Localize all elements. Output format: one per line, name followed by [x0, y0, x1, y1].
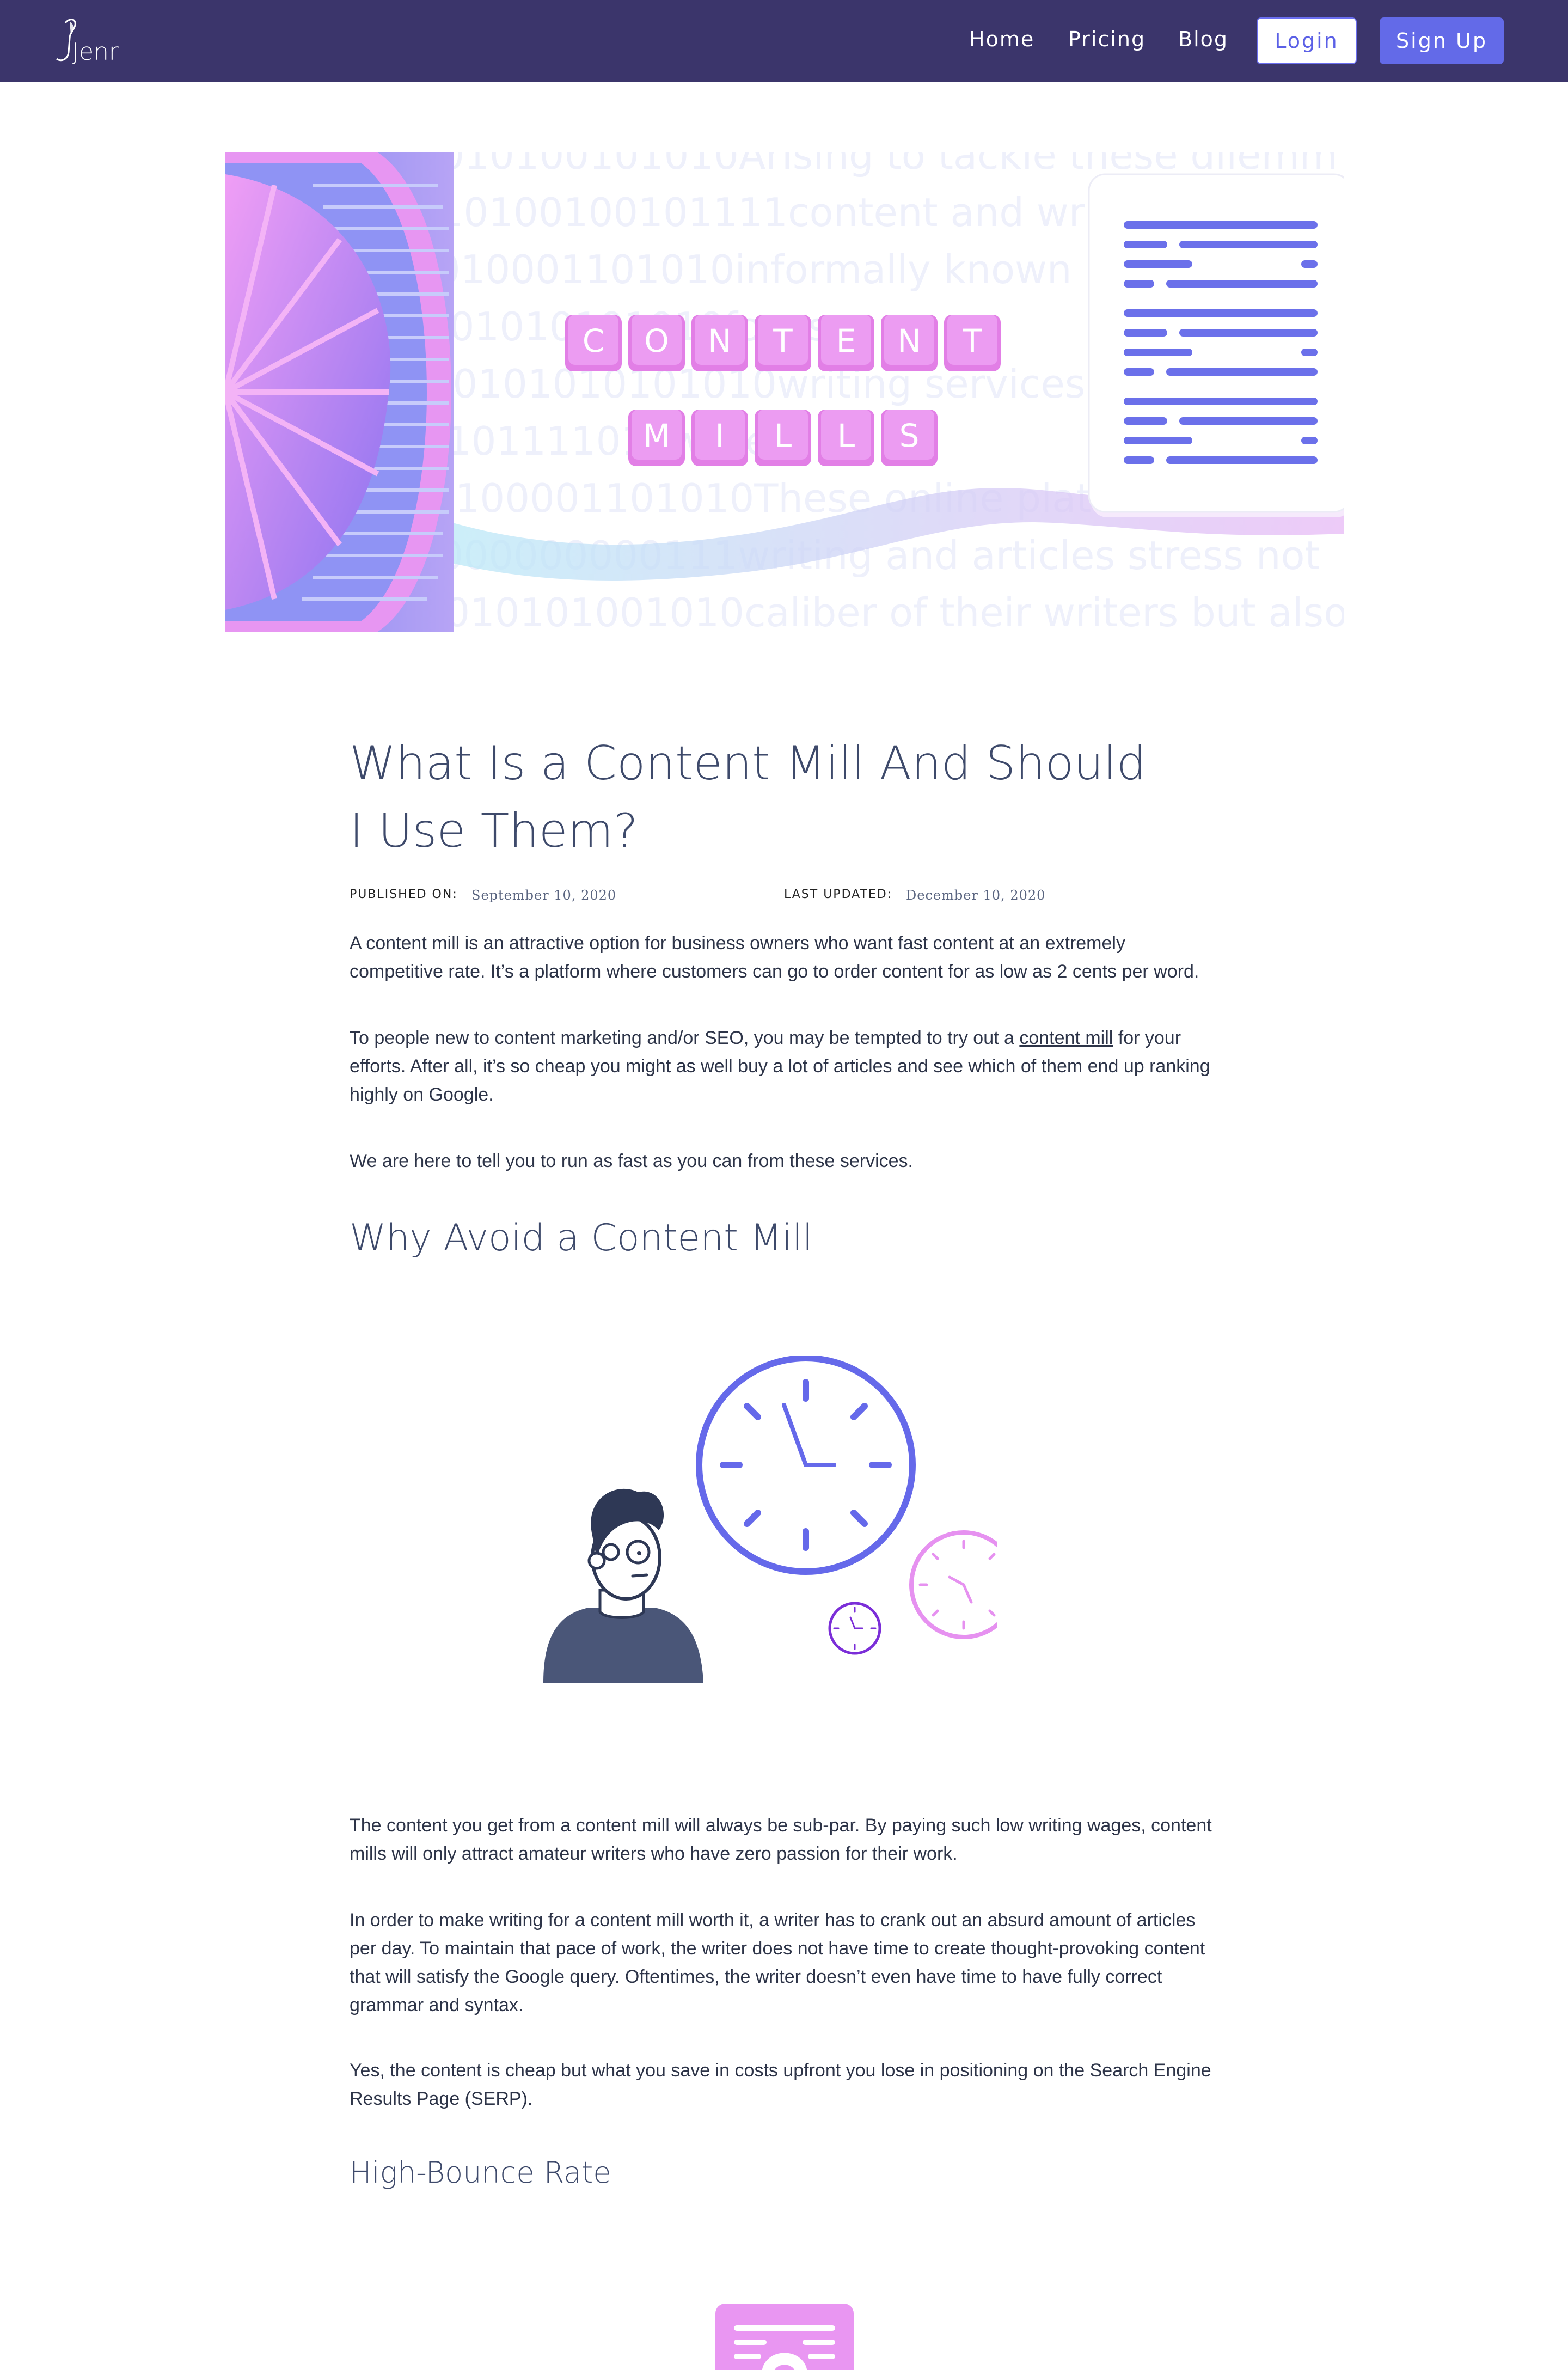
tile-letter: E — [836, 322, 856, 359]
tile-letter: T — [962, 322, 982, 359]
login-button[interactable]: Login — [1257, 17, 1357, 64]
pace-of-work-paragraph: In order to make writing for a content m… — [350, 1910, 1205, 2015]
svg-text:1010001101010informally known: 1010001101010informally known — [411, 247, 1072, 292]
tile-letter: M — [643, 417, 670, 454]
signup-button[interactable]: Sign Up — [1380, 17, 1504, 64]
intro-paragraph: A content mill is an attractive option f… — [350, 933, 1199, 982]
document-page-icon — [715, 2304, 854, 2370]
article-body: What Is a Content Mill And Should I Use … — [350, 730, 1221, 2370]
svg-text:0101010101001010caliber of the: 0101010101001010caliber of their writers… — [345, 590, 1344, 632]
bounce-rate-illustration — [715, 2304, 854, 2370]
mill-wheel — [225, 152, 454, 632]
hero-illustration: 0101010100101010Arising to tackle these … — [225, 152, 1344, 632]
tile-letter: N — [897, 322, 921, 359]
why-avoid-heading: Why Avoid a Content Mill — [350, 1217, 813, 1260]
run-away-paragraph: We are here to tell you to run as fast a… — [350, 1151, 913, 1171]
content-mill-link[interactable]: content mill — [1019, 1028, 1113, 1048]
svg-text:1010100100101111content and wr: 1010100100101111content and writ — [389, 190, 1111, 235]
jenni-logo[interactable]: Jenni — [53, 16, 131, 66]
tile-letter: N — [708, 322, 731, 359]
p2-text-before: To people new to content marketing and/o… — [350, 1028, 1020, 1048]
tile-letter: I — [715, 417, 724, 454]
page-title: What Is a Content Mill And Should I Use … — [350, 736, 1147, 858]
high-bounce-heading: High-Bounce Rate — [350, 2155, 611, 2190]
medium-clock-icon — [909, 1530, 1018, 1639]
tile-letter: S — [899, 417, 920, 454]
tile-letter: T — [773, 322, 793, 359]
clocks-and-person-image — [543, 1355, 1018, 1683]
tile-letter: O — [644, 322, 669, 359]
serp-paragraph: Yes, the content is cheap but what you s… — [350, 2060, 1211, 2109]
large-clock-icon — [696, 1355, 916, 1575]
updated-date: December 10, 2020 — [906, 888, 1046, 903]
tile-letter: L — [837, 417, 855, 454]
updated-label: LAST UPDATED: — [784, 888, 893, 901]
top-navbar: Jenni Home Pricing Blog Login Sign Up — [0, 0, 1568, 82]
nav-blog-link[interactable]: Blog — [1178, 27, 1228, 51]
time-pressure-illustration — [540, 1355, 1018, 1683]
nav-home-link[interactable]: Home — [969, 27, 1034, 51]
logo-text: Jenni — [72, 38, 119, 66]
subpar-paragraph: The content you get from a content mill … — [350, 1815, 1212, 1864]
content-mill-paragraph: To people new to content marketing and/o… — [350, 1024, 1221, 1109]
nav-pricing-link[interactable]: Pricing — [1068, 27, 1146, 51]
document-card — [1088, 173, 1344, 517]
article-meta: PUBLISHED ON: September 10, 2020 LAST UP… — [350, 888, 1221, 909]
quill-logo-icon: Jenni — [56, 19, 131, 66]
published-date: September 10, 2020 — [471, 888, 617, 903]
content-mills-graphic: 0101010100101010Arising to tackle these … — [225, 152, 1344, 632]
tile-letter: C — [583, 322, 605, 359]
small-clock-icon — [828, 1602, 881, 1655]
tile-letter: L — [774, 417, 792, 454]
published-label: PUBLISHED ON: — [350, 888, 458, 901]
worried-person-icon — [543, 1488, 703, 1683]
